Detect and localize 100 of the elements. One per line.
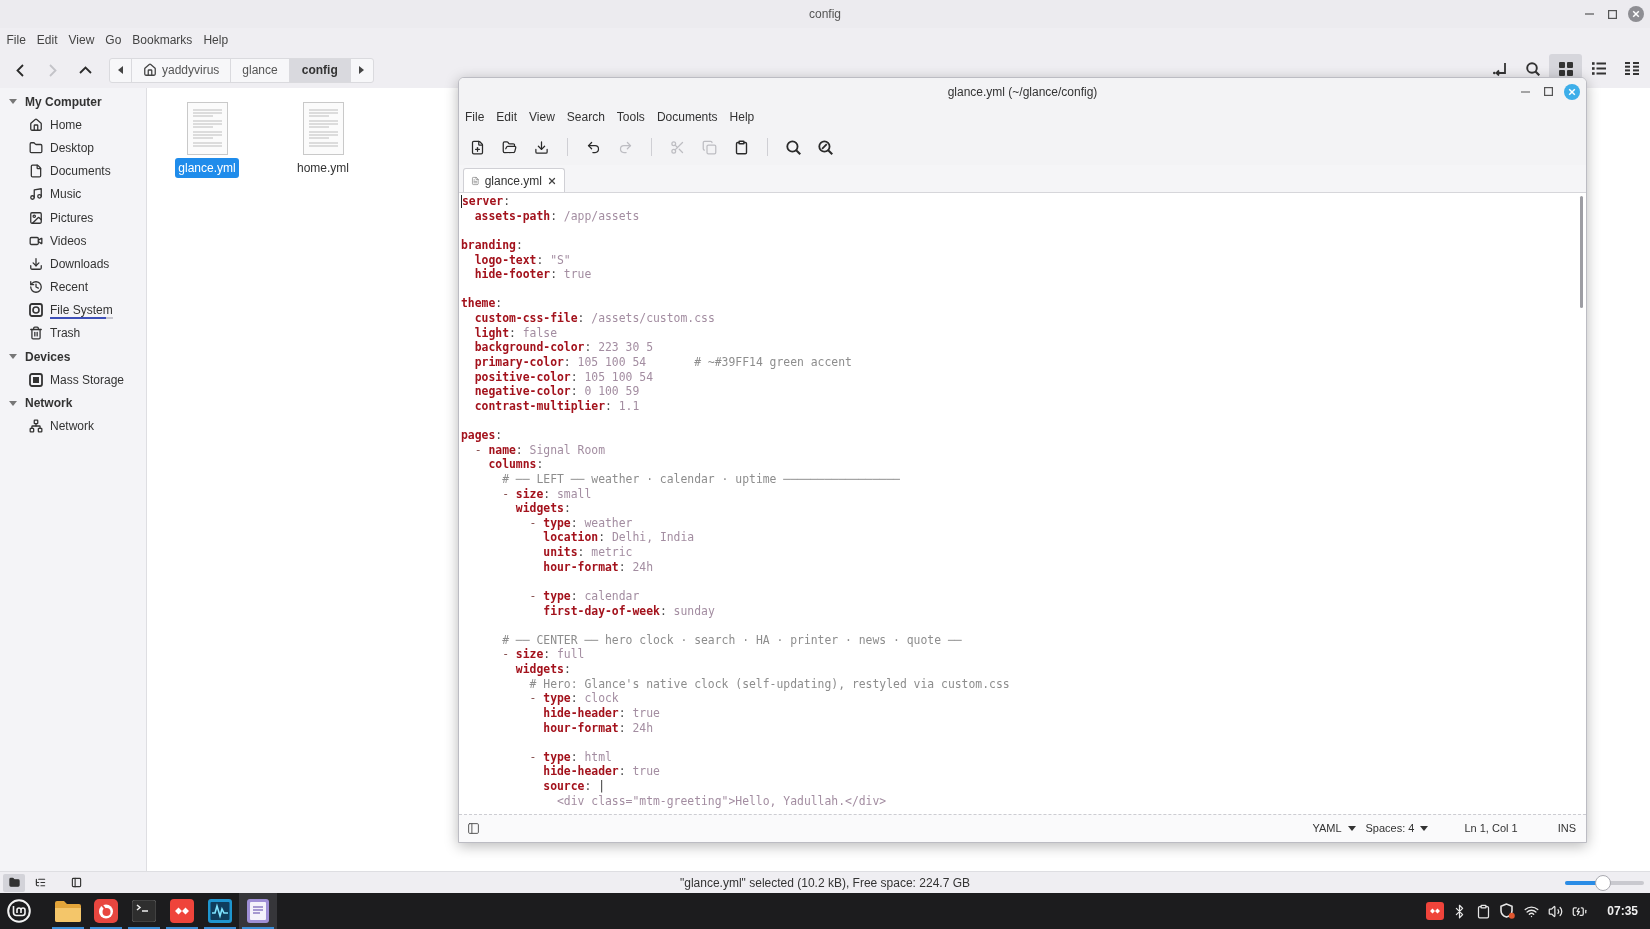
- menu-item[interactable]: File: [459, 108, 491, 126]
- disk-icon: [29, 303, 43, 318]
- music-note-icon: [29, 187, 43, 202]
- menu-item[interactable]: Bookmarks: [126, 31, 198, 49]
- code-line: - name: Signal Room: [474, 442, 605, 458]
- menu-item[interactable]: Tools: [610, 108, 651, 126]
- menu-item[interactable]: Go: [99, 31, 127, 49]
- taskbar-app[interactable]: [239, 893, 277, 929]
- minimize-icon: [1521, 90, 1530, 93]
- sidebar-item[interactable]: Recent: [0, 275, 146, 299]
- sidebar-item[interactable]: Trash: [0, 321, 146, 346]
- download-icon: [533, 139, 549, 155]
- status-dropdown[interactable]: YAML: [1312, 820, 1356, 837]
- code-line: light: false: [474, 325, 557, 341]
- code-line: hide-header: true: [543, 705, 660, 721]
- caret-icon: [1420, 826, 1429, 831]
- window-title: config: [809, 6, 841, 23]
- section-header[interactable]: My Computer: [0, 90, 146, 114]
- menu-item[interactable]: Documents: [650, 108, 724, 126]
- menu-item[interactable]: Edit: [490, 108, 524, 126]
- code-line: positive-color: 105 100 54: [474, 369, 653, 385]
- clock: 07:35: [1607, 903, 1638, 920]
- list-icon: [1591, 62, 1606, 75]
- history-icon: [29, 280, 43, 295]
- sidebar-item[interactable]: Documents: [0, 159, 146, 183]
- code-line: - type: clock: [529, 691, 619, 706]
- sidebar-item[interactable]: Videos: [0, 229, 146, 253]
- code-line: custom-css-file: /assets/custom.css: [474, 311, 715, 326]
- icons-view-button[interactable]: [1549, 54, 1582, 77]
- speaker-icon: [1547, 903, 1563, 919]
- sidebar-item[interactable]: Music: [0, 182, 146, 206]
- code-line: assets-path: /app/assets: [474, 208, 640, 224]
- code-line: pages:: [461, 428, 503, 443]
- folder-icon: [8, 877, 20, 888]
- right-arrow-icon: [359, 66, 365, 74]
- section-header[interactable]: Network: [0, 391, 146, 415]
- slider-thumb[interactable]: [1594, 874, 1611, 891]
- copy-icon: [701, 139, 717, 155]
- panel-icon: [466, 822, 480, 835]
- menu-item[interactable]: Help: [197, 31, 234, 49]
- code-line: - type: calendar: [529, 588, 640, 604]
- path-segment[interactable]: glance: [231, 58, 290, 82]
- sidebar-item[interactable]: Pictures: [0, 205, 146, 230]
- folder-icon: [29, 140, 43, 155]
- tree-icon: [34, 877, 46, 888]
- terminal-icon: [132, 900, 156, 922]
- sidebar-item[interactable]: File System: [0, 298, 146, 322]
- sidebar-item[interactable]: Downloads: [0, 252, 146, 276]
- document-icon: [302, 102, 344, 155]
- clipboard-icon: [733, 139, 749, 155]
- editor-tab[interactable]: glance.yml: [463, 168, 565, 192]
- code-line: <div class="mtm-greeting">Hello, Yadullah.</div>: [557, 793, 887, 809]
- magnifier-pen-icon: [817, 139, 833, 155]
- menu-item[interactable]: View: [523, 108, 561, 126]
- code-line: server:: [462, 194, 510, 209]
- tab-label: glance.yml: [484, 172, 542, 190]
- grid-icon: [1558, 62, 1573, 76]
- code-line: hide-header: true: [543, 764, 660, 779]
- scrollbar[interactable]: [1580, 196, 1583, 308]
- code-line: location: Delhi, India: [543, 530, 695, 545]
- picture-icon: [29, 210, 43, 225]
- document-icon: [471, 174, 480, 187]
- status-text: Ln 1, Col 1: [1464, 821, 1518, 837]
- start-menu-icon: [7, 899, 31, 923]
- shield-icon: [1499, 903, 1516, 919]
- search-icon: [1525, 62, 1540, 76]
- text-editor-icon: [247, 899, 269, 923]
- sidebar-item[interactable]: Home: [0, 113, 146, 137]
- code-line: first-day-of-week: sunday: [543, 603, 715, 619]
- menu-item[interactable]: Help: [723, 108, 761, 126]
- close-icon: [1563, 83, 1580, 100]
- places-mode-button[interactable]: [3, 873, 25, 892]
- forward-icon: [48, 63, 57, 77]
- clipboard-icon: [1475, 903, 1491, 919]
- menu-item[interactable]: Edit: [31, 31, 64, 49]
- section-header[interactable]: Devices: [0, 345, 146, 369]
- sidebar-item[interactable]: Desktop: [0, 136, 146, 160]
- back-icon: [15, 63, 24, 77]
- close-icon: [1627, 6, 1644, 22]
- sidebar-item[interactable]: Mass Storage: [0, 368, 146, 392]
- remote-desktop-icon: [170, 899, 194, 923]
- menu-item[interactable]: Search: [560, 108, 611, 126]
- menu-item[interactable]: View: [63, 31, 100, 49]
- code-line: - type: html: [529, 749, 612, 765]
- code-line: # ── CENTER ── hero clock · search · HA · printer · news · quote ──: [502, 632, 962, 648]
- panel-icon: [70, 877, 82, 888]
- side-panel-button[interactable]: [465, 820, 481, 837]
- menu-item[interactable]: File: [1, 31, 32, 49]
- status-dropdown[interactable]: Spaces: 4: [1365, 820, 1429, 837]
- path-segment[interactable]: config: [289, 58, 351, 82]
- code-line: widgets:: [515, 501, 571, 516]
- code-line: branding:: [461, 237, 523, 253]
- file-name[interactable]: home.yml: [294, 158, 352, 178]
- sidebar-item[interactable]: Network: [0, 414, 146, 438]
- new-file-icon: [469, 139, 485, 155]
- expander-icon: [9, 400, 17, 406]
- folder-icon: [55, 900, 81, 922]
- maximize-icon: [1544, 87, 1553, 96]
- code-line: units: metric: [543, 545, 633, 560]
- path-segment[interactable]: yaddyvirus: [132, 58, 232, 82]
